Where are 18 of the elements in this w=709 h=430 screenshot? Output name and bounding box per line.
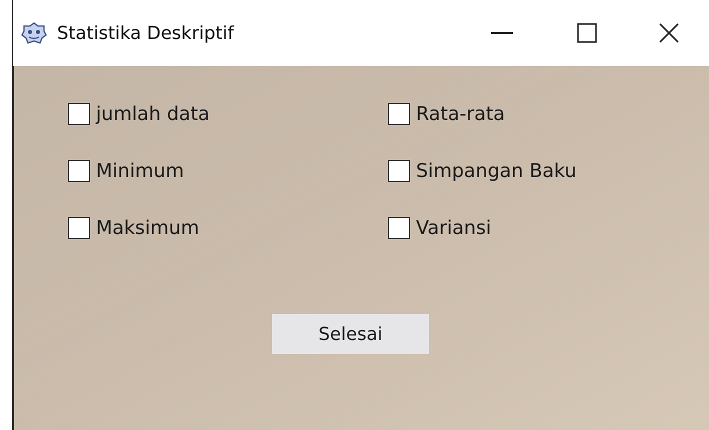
option-checkbox[interactable]: Maksimum <box>68 217 200 239</box>
checkbox[interactable] <box>388 217 410 239</box>
window-title: Statistika Deskriptif <box>57 22 234 46</box>
checkbox[interactable] <box>68 217 90 239</box>
checkbox[interactable] <box>388 103 410 125</box>
checkbox[interactable] <box>68 103 90 125</box>
option-checkbox[interactable]: Variansi <box>388 217 492 239</box>
option-checkbox[interactable]: Simpangan Baku <box>388 160 577 182</box>
checkbox[interactable] <box>388 160 410 182</box>
option-checkbox[interactable]: Rata-rata <box>388 103 505 125</box>
maximize-icon <box>577 23 597 43</box>
option-checkbox[interactable]: jumlah data <box>68 103 210 125</box>
app-icon <box>21 22 47 44</box>
close-icon <box>659 23 679 43</box>
finish-button[interactable]: Selesai <box>272 314 429 354</box>
checkbox[interactable] <box>68 160 90 182</box>
option-checkbox[interactable]: Minimum <box>68 160 184 182</box>
minimize-icon <box>491 32 513 34</box>
